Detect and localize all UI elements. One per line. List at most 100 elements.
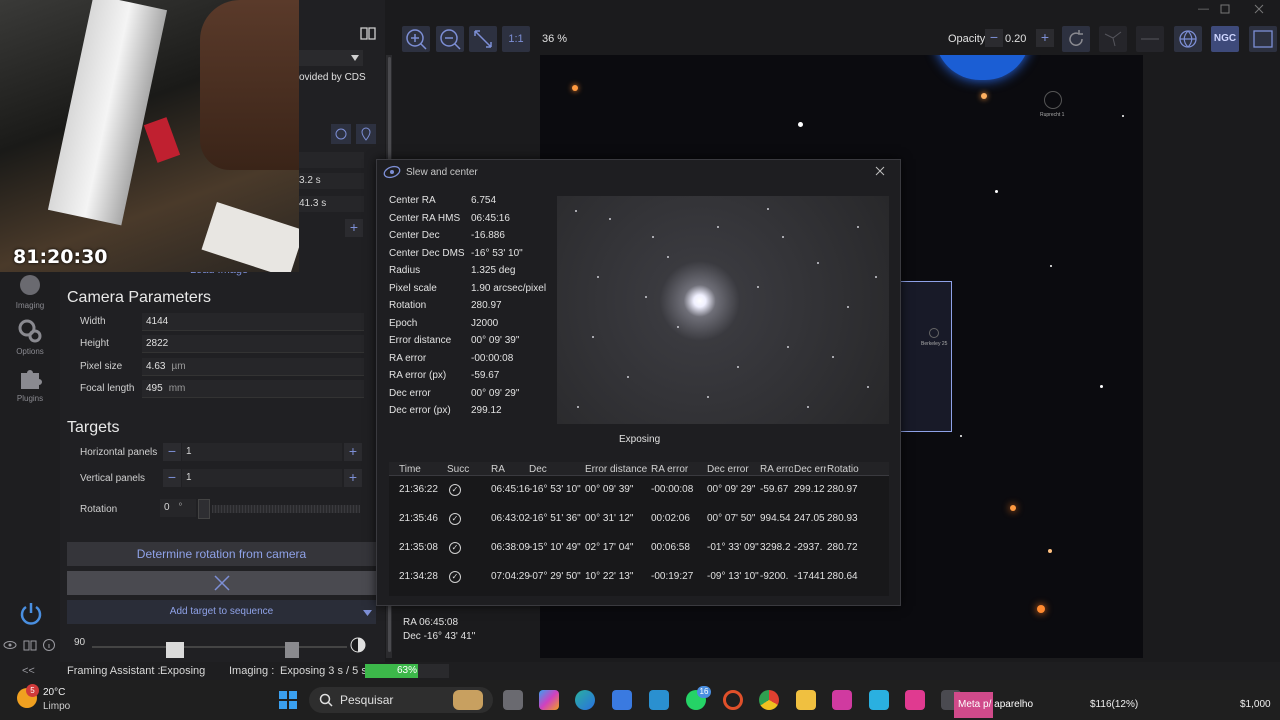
survey-dropdown[interactable] [299, 50, 363, 66]
column-header[interactable]: Dec erro [794, 464, 826, 475]
collapse-button[interactable]: << [22, 665, 35, 677]
scale-slider-thumb[interactable] [166, 642, 184, 658]
app-icon[interactable] [649, 690, 669, 710]
horizontal-panels-input[interactable]: 1 [182, 443, 342, 461]
add-button[interactable]: + [345, 219, 363, 237]
app-icon[interactable] [869, 690, 889, 710]
scale-track [92, 646, 347, 648]
app-icon[interactable] [905, 690, 925, 710]
zoom-percent: 36 % [542, 33, 568, 45]
coordinates-button[interactable] [331, 124, 351, 144]
hidden-field[interactable] [299, 152, 364, 168]
edge-icon[interactable] [575, 690, 595, 710]
determine-rotation-button[interactable]: Determine rotation from camera [67, 542, 376, 566]
field-label: Dec error (px) [389, 405, 451, 416]
copilot-icon[interactable] [539, 690, 559, 710]
notebook [201, 202, 299, 272]
imaging-status-value: Exposing 3 s / 5 s [280, 665, 367, 677]
rotation-slider-track[interactable] [212, 505, 360, 513]
opera-icon[interactable] [723, 690, 743, 710]
nav-options[interactable]: Options [0, 318, 60, 356]
rotation-input[interactable]: 0 ° [160, 499, 196, 517]
weather-desc: Limpo [43, 701, 71, 712]
column-header[interactable]: Dec error [707, 464, 759, 475]
cancel-button[interactable] [67, 571, 376, 595]
vertical-increment-button[interactable]: + [344, 469, 362, 487]
duration-field[interactable]: 41.3 s [299, 196, 364, 212]
add-target-button[interactable]: Add target to sequence [67, 600, 376, 624]
focal-length-label: Focal length [80, 383, 135, 394]
column-header[interactable]: Time [399, 464, 437, 475]
constellation-icon [1104, 31, 1122, 47]
height-field[interactable]: 2822 [142, 335, 364, 353]
frame-button[interactable] [1249, 26, 1277, 52]
task-view-icon[interactable] [503, 690, 523, 710]
star [798, 122, 803, 127]
book-icon[interactable] [23, 639, 37, 651]
app-icon[interactable] [832, 690, 852, 710]
pixel-size-field[interactable]: 4.63 µm [142, 358, 364, 376]
location-button[interactable] [356, 124, 376, 144]
preview-star [652, 236, 654, 238]
pixel-size-value: 4.63 [146, 361, 166, 372]
close-icon[interactable] [875, 166, 885, 176]
preview-star [592, 336, 594, 338]
file-explorer-icon[interactable] [796, 690, 816, 710]
opacity-value[interactable]: 0.20 [1005, 33, 1026, 45]
column-header[interactable]: Error distance [585, 464, 647, 475]
cluster-marker[interactable] [1044, 91, 1062, 109]
vertical-decrement-button[interactable]: − [163, 469, 181, 487]
opacity-increment-button[interactable]: + [1036, 29, 1054, 47]
table-cell: 02° 17' 04" [585, 542, 634, 553]
opacity-decrement-button[interactable]: − [985, 29, 1003, 47]
table-cell: -07° 29' 50" [529, 571, 581, 582]
grid-button[interactable] [1136, 26, 1164, 52]
field-value: 1.325 deg [471, 265, 516, 276]
exposure-status: Exposing [619, 434, 661, 445]
rotation-slider-thumb[interactable] [198, 499, 210, 519]
column-header[interactable]: Succ [447, 464, 469, 475]
preview-star [767, 208, 769, 210]
store-icon[interactable] [612, 690, 632, 710]
field-value: 00° 09' 39" [471, 335, 520, 346]
scale-slider-marker[interactable] [285, 642, 299, 658]
horizontal-decrement-button[interactable]: − [163, 443, 181, 461]
maximize-icon[interactable] [1220, 4, 1230, 14]
contrast-icon[interactable] [349, 636, 367, 654]
framing-rectangle[interactable] [900, 281, 952, 432]
column-header[interactable]: RA erro [760, 464, 793, 475]
vertical-panels-input[interactable]: 1 [182, 469, 342, 487]
zoom-1to1-button[interactable]: 1:1 [502, 26, 530, 52]
ngc-toggle-button[interactable]: NGC [1211, 26, 1239, 52]
fit-button[interactable] [469, 26, 497, 52]
close-window-icon[interactable] [1254, 4, 1264, 14]
taskbar-search-box[interactable]: Pesquisar [309, 687, 493, 713]
rotation-value: 0 [164, 502, 170, 513]
width-field[interactable]: 4144 [142, 313, 364, 331]
table-cell: 00:02:06 [651, 513, 690, 524]
rotate-button[interactable] [1062, 26, 1090, 52]
zoom-out-button[interactable] [436, 26, 464, 52]
horizontal-increment-button[interactable]: + [344, 443, 362, 461]
column-header[interactable]: Rotatio [827, 464, 863, 475]
table-cell: 3298.2 [760, 542, 791, 553]
globe-button[interactable] [1174, 26, 1202, 52]
camera-parameters-title: Camera Parameters [67, 289, 212, 306]
column-header[interactable]: Dec [529, 464, 581, 475]
nav-imaging[interactable]: Imaging [0, 272, 60, 310]
cluster-marker[interactable] [929, 328, 939, 338]
info-icon[interactable] [42, 639, 56, 651]
eye-icon[interactable] [3, 639, 17, 651]
column-header[interactable]: RA error [651, 464, 695, 475]
nav-plugins[interactable]: Plugins [0, 365, 60, 403]
zoom-in-button[interactable] [402, 26, 430, 52]
star [1122, 115, 1124, 117]
exposure-field[interactable]: 3.2 s [299, 173, 364, 189]
book-icon[interactable] [360, 26, 376, 40]
windows-start-icon[interactable] [278, 690, 298, 710]
constellation-button[interactable] [1099, 26, 1127, 52]
minimize-button[interactable]: — [1198, 3, 1209, 15]
chrome-icon[interactable] [759, 690, 779, 710]
power-icon[interactable] [18, 600, 44, 626]
focal-length-field[interactable]: 495 mm [142, 380, 364, 398]
